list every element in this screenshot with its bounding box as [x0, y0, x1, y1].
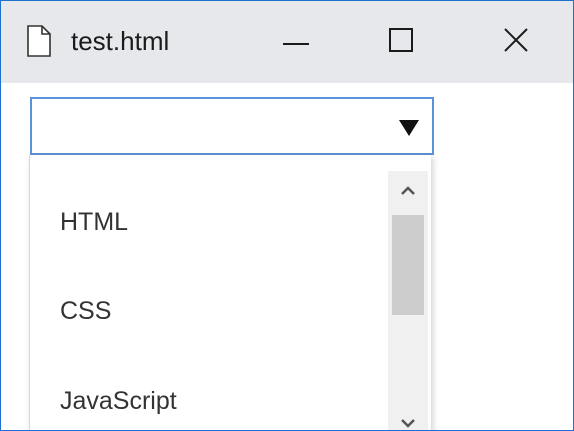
minimize-button[interactable] — [241, 1, 351, 83]
browser-window: test.html HTML CSS JavaScript — [0, 0, 574, 431]
close-icon — [503, 27, 529, 58]
minimize-icon — [283, 33, 309, 51]
scrollbar-thumb[interactable] — [392, 215, 424, 315]
select-option[interactable]: CSS — [60, 296, 111, 326]
dropdown-arrow-icon — [398, 119, 420, 137]
chevron-up-icon — [401, 182, 415, 200]
language-select[interactable] — [30, 97, 434, 155]
select-dropdown-list: HTML CSS JavaScript — [29, 155, 431, 430]
scroll-down-button[interactable] — [388, 405, 428, 430]
document-icon — [26, 25, 52, 57]
chevron-down-icon — [401, 416, 415, 430]
maximize-icon — [389, 27, 413, 57]
title-bar[interactable]: test.html — [1, 1, 573, 83]
window-title: test.html — [71, 26, 170, 56]
select-option[interactable]: HTML — [60, 207, 128, 237]
dropdown-scrollbar[interactable] — [388, 171, 428, 430]
page-content: HTML CSS JavaScript — [1, 83, 573, 430]
close-button[interactable] — [461, 1, 571, 83]
scroll-up-button[interactable] — [388, 171, 428, 211]
select-option[interactable]: JavaScript — [60, 386, 177, 416]
maximize-button[interactable] — [346, 1, 456, 83]
